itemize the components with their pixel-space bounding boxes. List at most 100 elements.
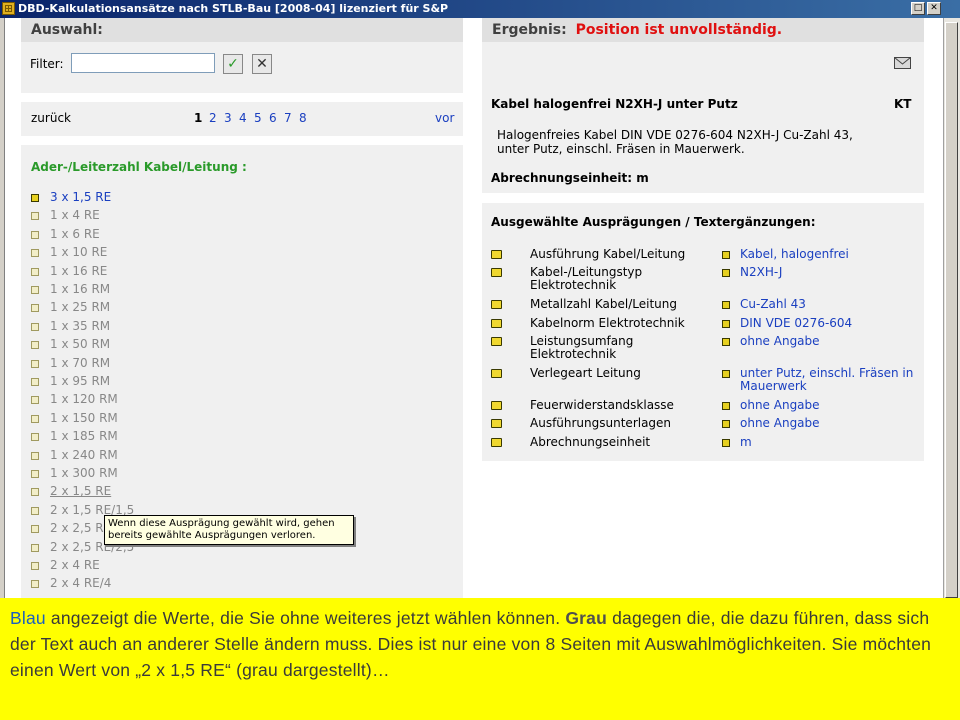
value-bullet-icon [722,269,730,277]
folder-icon[interactable] [491,300,502,309]
option-item[interactable]: 2 x 4 RE [50,558,100,572]
option-item[interactable]: 1 x 240 RM [50,448,118,462]
option-bullet-icon [31,506,39,515]
folder-icon[interactable] [491,401,502,410]
forward-link[interactable]: vor [435,111,454,125]
kt-label: KT [894,97,912,111]
folder-icon[interactable] [491,337,502,346]
position-title: Kabel halogenfrei N2XH-J unter Putz [491,97,738,111]
feature-value[interactable]: Cu-Zahl 43 [740,298,806,311]
filter-input[interactable] [71,53,215,73]
option-bullet-icon [31,414,39,423]
window-title: DBD-Kalkulationsansätze nach STLB-Bau [2… [18,2,449,15]
option-item[interactable]: 1 x 6 RE [50,227,100,241]
option-item[interactable]: 2 x 2,5 RE [50,521,111,535]
folder-icon[interactable] [491,250,502,259]
feature-label: Kabel-/Leitungstyp Elektrotechnik [530,265,643,292]
feature-label: Ausführungsunterlagen [530,416,672,430]
feature-value[interactable]: DIN VDE 0276-604 [740,317,852,330]
option-item[interactable]: 1 x 16 RM [50,282,110,296]
ergebnis-header: Ergebnis: Position ist unvollständig. [482,18,924,42]
unit-line: Abrechnungseinheit: m [491,171,649,185]
value-bullet-icon [722,320,730,328]
folder-icon[interactable] [491,369,502,378]
option-item[interactable]: 1 x 10 RE [50,245,107,259]
caption-word-blau: Blau [10,608,46,628]
caption-word-grau: Grau [565,608,608,628]
option-item[interactable]: 1 x 70 RM [50,356,110,370]
option-bullet-icon [31,562,39,570]
option-item[interactable]: 2 x 1,5 RE [50,484,111,498]
option-item[interactable]: 1 x 95 RM [50,374,110,388]
option-item[interactable]: 3 x 1,5 RE [50,190,111,204]
feature-value[interactable]: m [740,436,752,449]
page-link-4[interactable]: 4 [239,111,247,125]
page-link-2[interactable]: 2 [209,111,217,125]
close-window-button[interactable]: ✕ [927,2,941,15]
folder-icon[interactable] [491,268,502,277]
option-item[interactable]: 1 x 16 RE [50,264,107,278]
status-message: Position ist unvollständig. [575,22,783,38]
option-bullet-icon [31,543,39,552]
folder-icon[interactable] [491,438,502,447]
caption-part-1: angezeigt die Werte, die Sie ohne weiter… [45,608,566,628]
feature-value[interactable]: ohne Angabe [740,335,820,348]
page-link-3[interactable]: 3 [224,111,232,125]
option-item[interactable]: 1 x 185 RM [50,429,118,443]
feature-value[interactable]: N2XH-J [740,266,782,279]
feature-label: Abrechnungseinheit [530,435,651,449]
scrollbar-thumb[interactable] [945,22,958,598]
feature-value[interactable]: Kabel, halogenfrei [740,248,849,261]
option-item[interactable]: 1 x 120 RM [50,392,118,406]
option-bullet-icon [31,396,39,405]
option-bullet-icon [31,286,39,294]
feature-value[interactable]: ohne Angabe [740,399,820,412]
option-item[interactable]: 1 x 25 RM [50,300,110,314]
envelope-icon[interactable] [894,57,911,69]
option-bullet-icon [31,378,39,386]
option-bullet-icon [31,433,39,442]
folder-icon[interactable] [491,319,502,328]
option-bullet-icon [31,470,39,478]
option-item[interactable]: 1 x 300 RM [50,466,118,480]
auswahl-header: Auswahl: [21,18,463,42]
maximize-button[interactable]: □ [911,2,925,15]
option-bullet-icon [31,267,39,276]
window-titlebar[interactable]: DBD-Kalkulationsansätze nach STLB-Bau [2… [0,0,960,18]
value-bullet-icon [722,370,730,378]
option-bullet-icon [31,249,39,258]
folder-icon[interactable] [491,419,502,428]
option-bullet-icon [31,304,39,313]
value-bullet-icon [722,439,730,447]
description-line-2: unter Putz, einschl. Fräsen in Mauerwerk… [497,142,745,156]
feature-label: Metallzahl Kabel/Leitung [530,297,677,311]
option-item[interactable]: 1 x 35 RM [50,319,110,333]
feature-value[interactable]: unter Putz, einschl. Fräsen in Mauerwerk [740,367,925,393]
option-item[interactable]: 1 x 50 RM [50,337,110,351]
option-item[interactable]: 1 x 150 RM [50,411,118,425]
description-line-1: Halogenfreies Kabel DIN VDE 0276-604 N2X… [497,128,853,142]
page-link-7[interactable]: 7 [284,111,292,125]
feature-value[interactable]: ohne Angabe [740,417,820,430]
option-item[interactable]: 2 x 4 RE/4 [50,576,111,590]
option-bullet-icon [31,451,39,460]
apply-filter-button[interactable]: ✓ [223,54,243,74]
clear-filter-button[interactable]: ✕ [252,54,272,74]
caption-text: Blau angezeigt die Werte, die Sie ohne w… [10,605,950,683]
page-link-5[interactable]: 5 [254,111,262,125]
value-bullet-icon [722,251,730,259]
option-bullet-icon [31,341,39,350]
close-icon: ✕ [256,56,268,72]
option-bullet-icon [31,322,39,331]
app-grid-icon [2,2,15,15]
option-item[interactable]: 1 x 4 RE [50,208,100,222]
back-link[interactable]: zurück [31,111,71,125]
vertical-scrollbar[interactable] [943,18,960,598]
option-bullet-icon [31,580,39,589]
page-link-8[interactable]: 8 [299,111,307,125]
feature-label: Feuerwiderstandsklasse [530,398,674,412]
option-bullet-icon [31,525,39,534]
page-link-1[interactable]: 1 [194,111,202,125]
option-bullet-icon [31,359,39,368]
page-link-6[interactable]: 6 [269,111,277,125]
